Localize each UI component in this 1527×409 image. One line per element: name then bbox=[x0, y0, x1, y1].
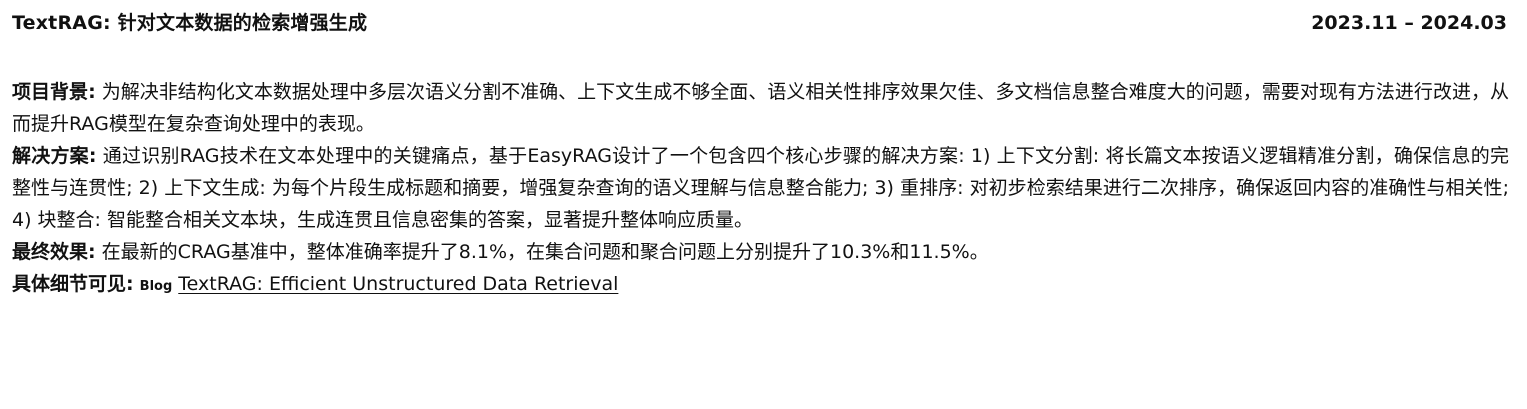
solution-label: 解决方案: bbox=[12, 145, 97, 167]
project-period: 2023.11 – 2024.03 bbox=[1311, 12, 1507, 34]
result-text: 在最新的CRAG基准中，整体准确率提升了8.1%，在集合问题和聚合问题上分别提升… bbox=[95, 241, 989, 263]
background-label: 项目背景: bbox=[12, 81, 96, 103]
result-label: 最终效果: bbox=[12, 241, 96, 263]
solution-paragraph: 解决方案: 通过识别RAG技术在文本处理中的关键痛点，基于EasyRAG设计了一… bbox=[12, 140, 1509, 236]
details-label: 具体细节可见: bbox=[12, 273, 134, 295]
details-paragraph: 具体细节可见: Blog TextRAG: Efficient Unstructu… bbox=[12, 268, 1509, 303]
solution-text: 通过识别RAG技术在文本处理中的关键痛点，基于EasyRAG设计了一个包含四个核… bbox=[12, 145, 1509, 231]
resume-project-section: TextRAG: 针对文本数据的检索增强生成 2023.11 – 2024.03… bbox=[0, 0, 1527, 409]
background-text: 为解决非结构化文本数据处理中多层次语义分割不准确、上下文生成不够全面、语义相关性… bbox=[12, 81, 1509, 135]
result-paragraph: 最终效果: 在最新的CRAG基准中，整体准确率提升了8.1%，在集合问题和聚合问… bbox=[12, 236, 1509, 268]
project-header: TextRAG: 针对文本数据的检索增强生成 2023.11 – 2024.03 bbox=[12, 8, 1509, 44]
project-content: 项目背景: 为解决非结构化文本数据处理中多层次语义分割不准确、上下文生成不够全面… bbox=[12, 76, 1509, 303]
blog-link[interactable]: TextRAG: Efficient Unstructured Data Ret… bbox=[178, 273, 618, 295]
blog-tag: Blog bbox=[139, 279, 173, 294]
project-title: TextRAG: 针对文本数据的检索增强生成 bbox=[12, 12, 368, 34]
background-paragraph: 项目背景: 为解决非结构化文本数据处理中多层次语义分割不准确、上下文生成不够全面… bbox=[12, 76, 1509, 140]
